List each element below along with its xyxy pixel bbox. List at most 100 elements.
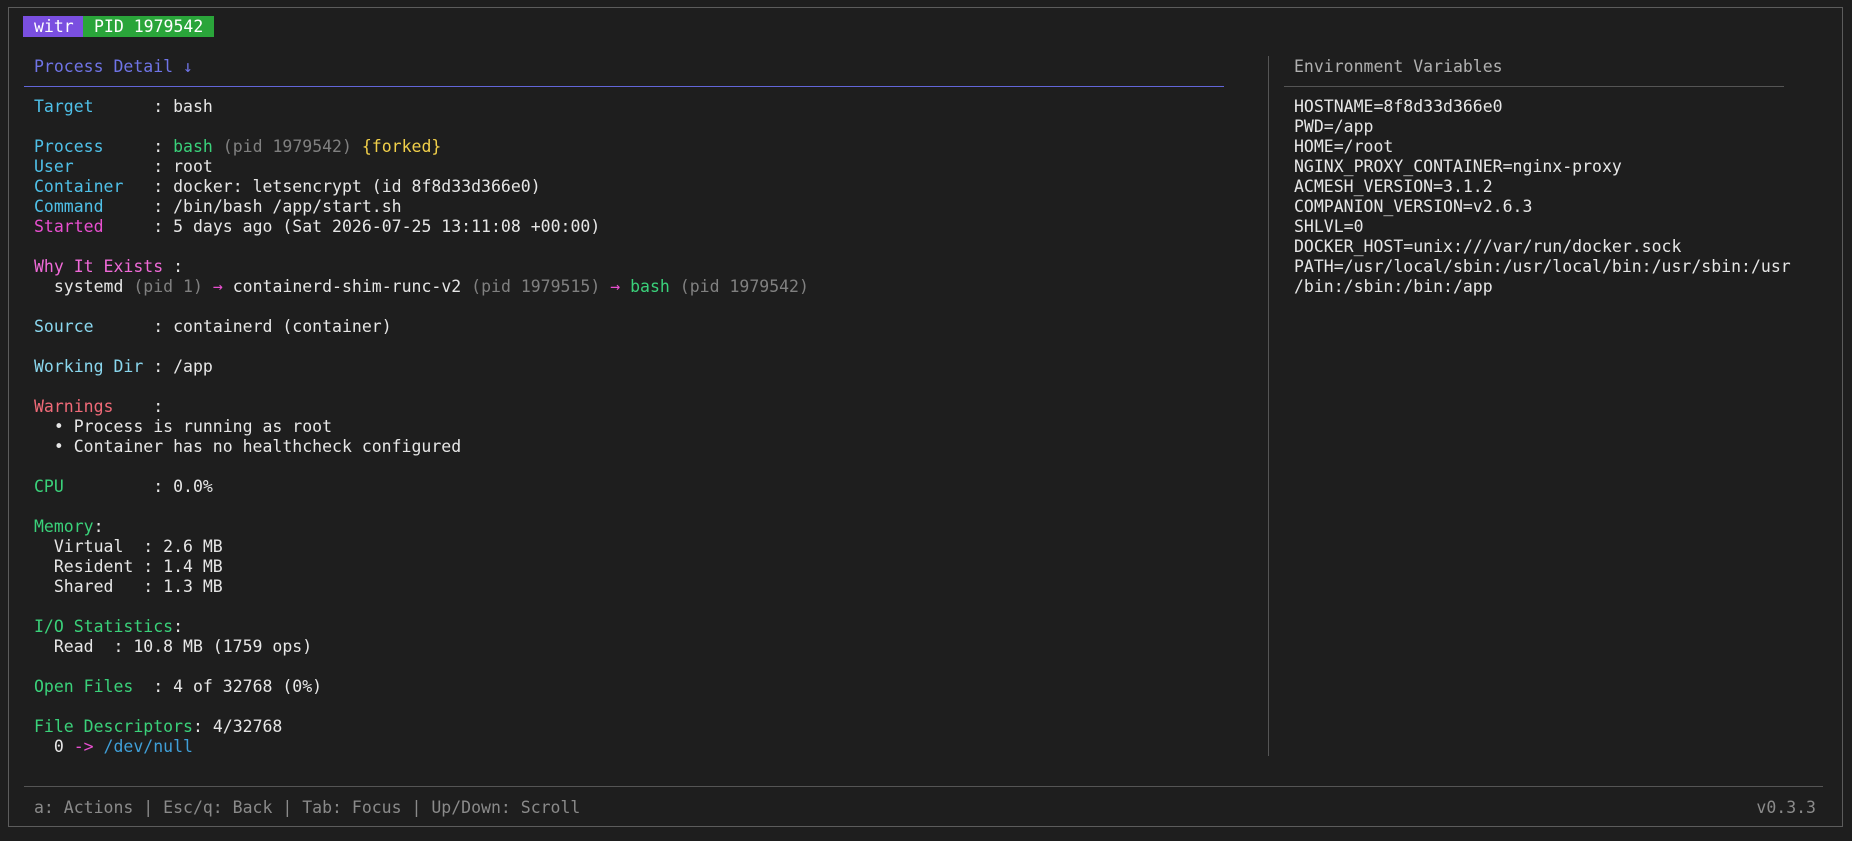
process-name: bash [173, 137, 213, 156]
io-sep: : [173, 617, 184, 636]
cpu-label: CPU [34, 477, 154, 496]
user-row: User : root [34, 157, 213, 177]
ancestor-bash-open: ( [669, 277, 690, 296]
env-var-line: PWD=/app [1294, 117, 1374, 136]
user-label: User [34, 157, 154, 176]
fd-label: File Descriptors [34, 717, 193, 736]
command-value: /bin/bash /app/start.sh [173, 197, 402, 216]
warnings-label: Warnings [34, 397, 154, 416]
process-paren-close: ) [342, 137, 362, 156]
warnings-row: Warnings : [34, 397, 163, 417]
forked-badge: {forked} [361, 137, 442, 156]
io-label: I/O Statistics [34, 617, 174, 636]
container-row: Container : docker: letsencrypt (id 8f8d… [34, 177, 541, 197]
target-label: Target [34, 97, 154, 116]
warnings-sep: : [153, 397, 164, 416]
source-label: Source [34, 317, 154, 336]
process-sep: : [153, 137, 174, 156]
cpu-value: 0.0% [173, 477, 213, 496]
ancestor-shim-pid: pid 1979515 [481, 277, 591, 296]
ancestor-containerd-shim: containerd-shim-runc-v2 [222, 277, 462, 296]
env-var-line: COMPANION_VERSION=v2.6.3 [1294, 197, 1533, 216]
fd-arrow: -> [73, 737, 94, 756]
command-row: Command : /bin/bash /app/start.sh [34, 197, 402, 217]
footer-rule [24, 786, 1823, 787]
env-var-line: ACMESH_VERSION=3.1.2 [1294, 177, 1493, 196]
ancestry-indent [34, 277, 54, 296]
env-var-line: HOME=/root [1294, 137, 1394, 156]
fd-entry: 0 -> /dev/null [34, 737, 193, 757]
target-row: Target : bash [34, 97, 213, 117]
fd-value: 4/32768 [212, 717, 283, 736]
arrow-right-icon: → [212, 277, 223, 296]
ancestor-systemd-pid: pid 1 [143, 277, 193, 296]
started-row: Started : 5 days ago (Sat 2026-07-25 13:… [34, 217, 600, 237]
memory-label: Memory [34, 517, 94, 536]
memory-sep: : [93, 517, 104, 536]
ancestor-systemd-open: ( [123, 277, 144, 296]
cpu-sep: : [153, 477, 174, 496]
process-detail-rule [24, 86, 1224, 87]
process-row: Process : bash (pid 1979542) {forked} [34, 137, 441, 157]
why-it-exists-label: Why It Exists [34, 257, 164, 276]
user-sep: : [153, 157, 174, 176]
env-var-line: PATH=/usr/local/sbin:/usr/local/bin:/usr… [1294, 257, 1791, 276]
keybinding-help: a: Actions | Esc/q: Back | Tab: Focus | … [34, 798, 581, 817]
started-sep: : [153, 217, 174, 236]
source-row: Source : containerd (container) [34, 317, 392, 337]
warning-item: • Container has no healthcheck configure… [34, 437, 462, 456]
env-vars-rule [1284, 86, 1784, 87]
env-var-line: /bin:/sbin:/bin:/app [1294, 277, 1493, 296]
started-label: Started [34, 217, 154, 236]
working-dir-sep: : [153, 357, 174, 376]
working-dir-label: Working Dir [34, 357, 154, 376]
process-detail-title[interactable]: Process Detail ↓ [34, 57, 193, 77]
ancestry-chain: systemd (pid 1) → containerd-shim-runc-v… [34, 277, 809, 297]
env-var-line: DOCKER_HOST=unix:///var/run/docker.sock [1294, 237, 1682, 256]
started-value: 5 days ago (Sat 2026-07-25 13:11:08 +00:… [173, 217, 601, 236]
memory-resident: Resident : 1.4 MB [34, 557, 223, 576]
container-sep: : [153, 177, 174, 196]
source-value: containerd (container) [173, 317, 392, 336]
memory-shared: Shared : 1.3 MB [34, 577, 223, 596]
why-it-exists-row: Why It Exists : [34, 257, 183, 277]
warning-item: • Process is running as root [34, 417, 333, 436]
process-label: Process [34, 137, 154, 156]
memory-virtual: Virtual : 2.6 MB [34, 537, 223, 556]
pid-tag: PID 1979542 [83, 16, 215, 37]
memory-row: Memory: [34, 517, 104, 537]
working-dir-row: Working Dir : /app [34, 357, 213, 377]
target-value: bash [173, 97, 213, 116]
ancestor-shim-open: ( [461, 277, 482, 296]
user-value: root [173, 157, 213, 176]
target-sep: : [153, 97, 174, 116]
ancestor-bash-pid: pid 1979542 [689, 277, 799, 296]
env-var-line: HOSTNAME=8f8d33d366e0 [1294, 97, 1503, 116]
fd-row: File Descriptors: 4/32768 [34, 717, 282, 737]
open-files-row: Open Files : 4 of 32768 (0%) [34, 677, 322, 697]
cpu-row: CPU : 0.0% [34, 477, 213, 497]
ancestor-bash: bash [620, 277, 670, 296]
source-sep: : [153, 317, 174, 336]
fd-sep: : [192, 717, 213, 736]
fd-number: 0 [34, 737, 74, 756]
env-var-line: NGINX_PROXY_CONTAINER=nginx-proxy [1294, 157, 1622, 176]
process-paren-open: ( [212, 137, 233, 156]
ancestor-systemd: systemd [53, 277, 124, 296]
container-value: docker: letsencrypt (id 8f8d33d366e0) [173, 177, 541, 196]
panel-divider [1268, 56, 1269, 756]
working-dir-value: /app [173, 357, 213, 376]
fd-path: /dev/null [93, 737, 193, 756]
open-files-value: 4 of 32768 (0%) [173, 677, 323, 696]
version-label: v0.3.3 [1756, 798, 1816, 817]
env-var-line: SHLVL=0 [1294, 217, 1364, 236]
ancestor-systemd-close: ) [192, 277, 213, 296]
ancestor-bash-close: ) [799, 277, 809, 296]
io-read: Read : 10.8 MB (1759 ops) [34, 637, 313, 656]
app-tag: witr [23, 16, 85, 37]
arrow-right-icon: → [610, 277, 621, 296]
command-label: Command [34, 197, 154, 216]
env-vars-title[interactable]: Environment Variables [1294, 57, 1503, 77]
process-pid: pid 1979542 [232, 137, 342, 156]
io-row: I/O Statistics: [34, 617, 183, 637]
